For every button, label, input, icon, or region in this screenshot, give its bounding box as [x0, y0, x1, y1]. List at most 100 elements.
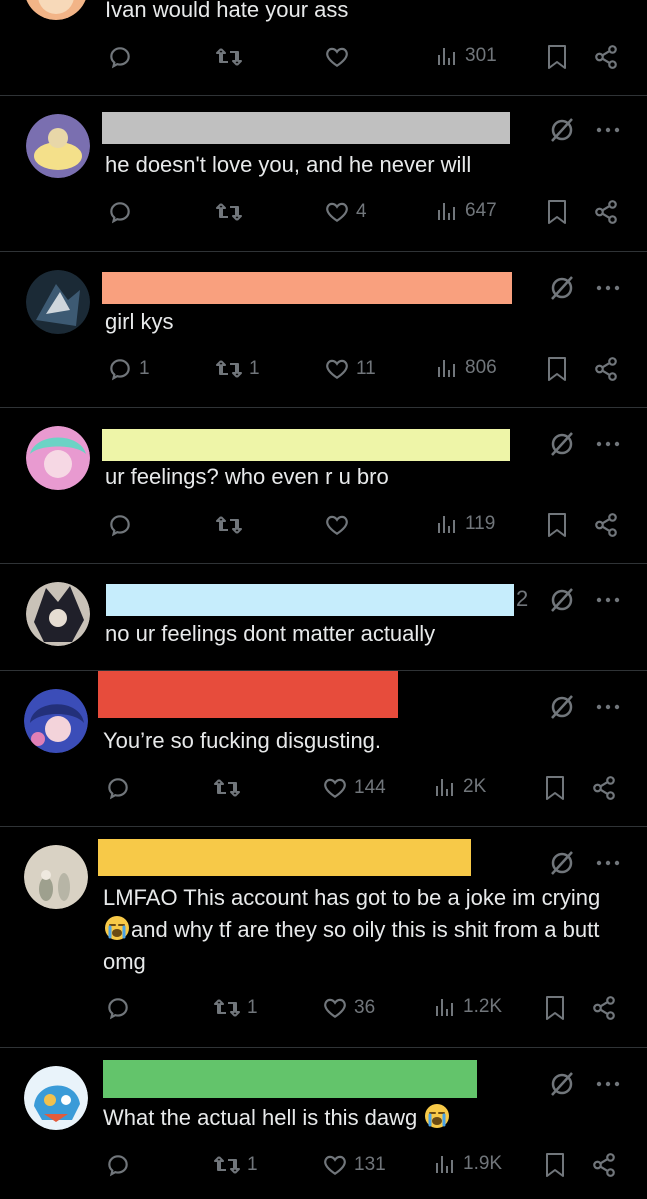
bookmark-button[interactable]	[546, 44, 568, 70]
like-button[interactable]: 11	[324, 356, 376, 382]
reply-text: ur feelings? who even r u bro	[105, 464, 389, 489]
more-options-icon[interactable]	[596, 284, 620, 292]
views-button[interactable]: 1.2K	[433, 995, 502, 1019]
share-icon	[593, 1153, 615, 1177]
avatar[interactable]	[26, 426, 90, 490]
more-options-icon[interactable]	[596, 440, 620, 448]
reply-button[interactable]	[107, 44, 139, 70]
views-button[interactable]: 301	[435, 44, 497, 68]
share-button[interactable]	[593, 44, 619, 70]
replies-feed: Ivan would hate your ass 301 he doesn't …	[0, 0, 647, 1199]
heart-icon	[326, 359, 348, 379]
reply-button[interactable]	[107, 199, 139, 225]
mute-icon[interactable]	[548, 430, 576, 458]
share-button[interactable]	[593, 512, 619, 538]
bookmark-button[interactable]	[544, 1152, 566, 1178]
reply-icon	[110, 515, 130, 537]
repost-button[interactable]	[215, 44, 249, 70]
more-options-icon[interactable]	[596, 1080, 620, 1088]
reply-post[interactable]: LMFAO This account has got to be a joke …	[0, 827, 647, 1047]
share-button[interactable]	[593, 199, 619, 225]
reply-post[interactable]: What the actual hell is this dawg 1 131 …	[0, 1048, 647, 1199]
reply-icon	[110, 47, 130, 69]
repost-button[interactable]: 1	[215, 356, 260, 382]
avatar[interactable]	[26, 582, 90, 646]
mute-icon[interactable]	[548, 116, 576, 144]
views-icon	[438, 516, 455, 533]
avatar[interactable]	[24, 0, 88, 20]
avatar[interactable]	[26, 270, 90, 334]
reply-icon	[108, 998, 128, 1020]
share-icon	[593, 996, 615, 1020]
like-button[interactable]: 4	[324, 199, 367, 225]
bookmark-button[interactable]	[546, 512, 568, 538]
reply-icon	[108, 778, 128, 800]
views-button[interactable]: 647	[435, 199, 497, 223]
reply-text-part: What the actual hell is this dawg	[103, 1105, 424, 1130]
repost-button[interactable]: 1	[213, 1152, 258, 1178]
more-options-icon[interactable]	[596, 859, 620, 867]
views-icon	[438, 48, 455, 65]
share-button[interactable]	[591, 1152, 617, 1178]
reply-button[interactable]	[105, 995, 137, 1021]
mute-icon[interactable]	[548, 586, 576, 614]
bookmark-button[interactable]	[544, 995, 566, 1021]
repost-count: 1	[247, 1154, 258, 1175]
reply-post[interactable]: ur feelings? who even r u bro 119	[0, 408, 647, 562]
mute-icon[interactable]	[548, 849, 576, 877]
views-button[interactable]: 2K	[433, 775, 486, 799]
reply-text: girl kys	[105, 309, 174, 334]
reply-text: What the actual hell is this dawg	[103, 1102, 451, 1134]
mute-icon[interactable]	[548, 1070, 576, 1098]
views-button[interactable]: 806	[435, 356, 497, 380]
reply-button[interactable]	[105, 775, 137, 801]
like-count: 144	[354, 777, 386, 798]
repost-button[interactable]: 1	[213, 995, 258, 1021]
mute-icon[interactable]	[548, 274, 576, 302]
more-options-icon[interactable]	[596, 703, 620, 711]
avatar[interactable]	[24, 689, 88, 753]
like-button[interactable]	[324, 512, 356, 538]
views-button[interactable]: 119	[435, 512, 495, 536]
share-icon	[595, 45, 617, 69]
reply-post[interactable]: Ivan would hate your ass 301	[0, 0, 647, 95]
reply-post[interactable]: girl kys 1 1 11 806	[0, 252, 647, 407]
views-icon	[436, 1156, 453, 1173]
avatar[interactable]	[24, 845, 88, 909]
more-options-icon[interactable]	[596, 596, 620, 604]
more-options-icon[interactable]	[596, 126, 620, 134]
avatar[interactable]	[24, 1066, 88, 1130]
like-button[interactable]: 131	[322, 1152, 386, 1178]
like-button[interactable]: 144	[322, 775, 386, 801]
bookmark-icon	[548, 513, 566, 537]
mute-icon[interactable]	[548, 693, 576, 721]
repost-button[interactable]	[213, 775, 247, 801]
bookmark-icon	[546, 1153, 564, 1177]
like-button[interactable]	[324, 44, 356, 70]
avatar[interactable]	[26, 114, 90, 178]
bookmark-button[interactable]	[546, 199, 568, 225]
heart-icon	[326, 515, 348, 535]
like-button[interactable]: 36	[322, 995, 375, 1021]
repost-icon	[214, 779, 240, 797]
share-button[interactable]	[591, 995, 617, 1021]
repost-icon	[216, 203, 242, 221]
repost-button[interactable]	[215, 199, 249, 225]
reply-button[interactable]	[105, 1152, 137, 1178]
reply-button[interactable]	[107, 512, 139, 538]
reply-post[interactable]: he doesn't love you, and he never will 4…	[0, 96, 647, 250]
share-button[interactable]	[591, 775, 617, 801]
bookmark-icon	[548, 357, 566, 381]
view-count: 1.9K	[463, 1153, 503, 1174]
loudly-crying-face-icon	[105, 916, 129, 940]
reply-button[interactable]: 1	[107, 356, 150, 382]
reply-post[interactable]: You’re so fucking disgusting. 144 2K	[0, 671, 647, 826]
views-icon	[438, 203, 455, 220]
bookmark-button[interactable]	[544, 775, 566, 801]
reply-post[interactable]: 2 no ur feelings dont matter actually	[0, 564, 647, 670]
bookmark-button[interactable]	[546, 356, 568, 382]
views-button[interactable]: 1.9K	[433, 1152, 502, 1176]
redacted-username	[98, 671, 398, 718]
repost-button[interactable]	[215, 512, 249, 538]
share-button[interactable]	[593, 356, 619, 382]
